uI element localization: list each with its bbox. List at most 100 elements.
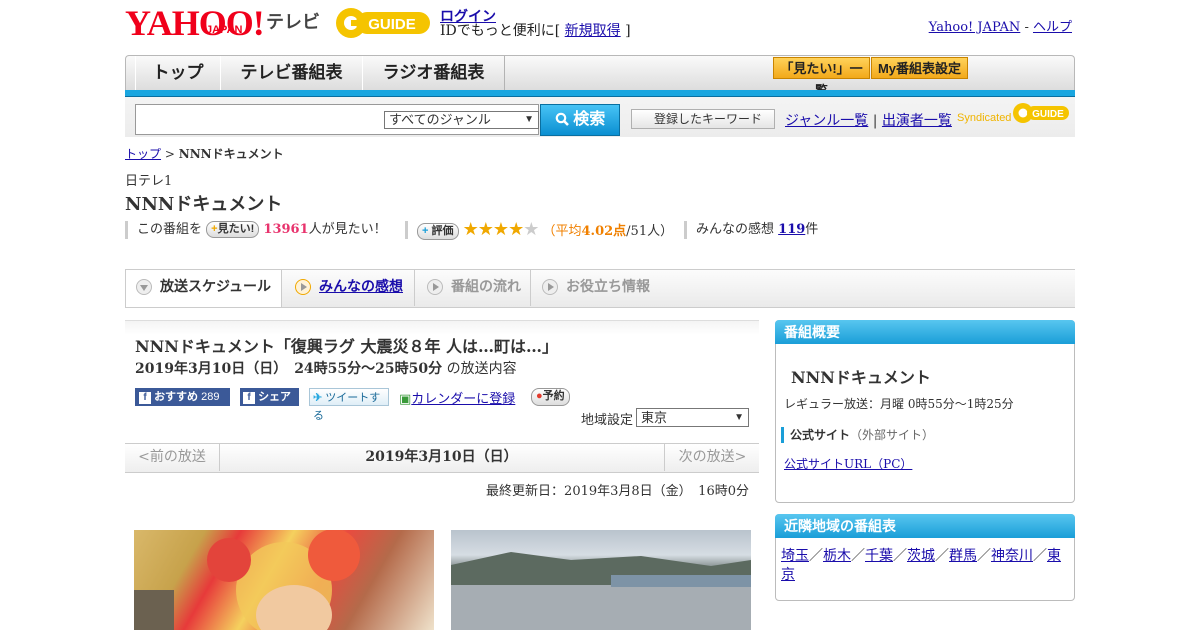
prev-broadcast-link[interactable]: <前の放送	[125, 443, 220, 471]
want-list-button[interactable]: 「見たい!」一覧	[773, 57, 870, 98]
nearby-header: 近隣地域の番組表	[775, 514, 1075, 538]
star-empty-icon: ★	[523, 219, 539, 240]
page-title: NNNドキュメント	[125, 194, 283, 215]
official-site-link[interactable]: 公式サイトURL（PC）	[784, 457, 912, 471]
region-link-chiba[interactable]: 千葉	[865, 548, 893, 564]
official-site-note: （外部サイト）	[850, 428, 935, 442]
search-links: ジャンル一覧 | 出演者一覧	[785, 110, 952, 130]
yahoo-logo[interactable]: YAHOO!	[125, 5, 265, 41]
nav-accent-bar	[125, 90, 1075, 97]
episode-date: 2019年3月10日（日） 24時55分～25時50分 の放送内容	[135, 358, 517, 378]
episode-datetime: 2019年3月10日（日） 24時55分～25時50分	[135, 361, 443, 377]
overview-header: 番組概要	[775, 320, 1075, 344]
gguide-logo[interactable]: GUIDE	[334, 6, 432, 40]
chevron-down-icon	[136, 279, 152, 295]
help-link[interactable]: ヘルプ	[1033, 20, 1072, 35]
login-sub: IDでもっと便利に[ 新規取得 ]	[440, 20, 631, 40]
tab-useful-info: お役立ち情報	[532, 270, 672, 306]
calendar-icon: ▣	[399, 392, 412, 407]
search-link-separator: |	[872, 113, 878, 129]
login-sub-suffix: ]	[625, 23, 631, 39]
search-icon	[555, 111, 573, 128]
breadcrumb-top-link[interactable]: トップ	[125, 147, 161, 161]
region-separator: ／	[1033, 548, 1047, 564]
my-schedule-button[interactable]: My番組表設定	[871, 57, 968, 79]
region-separator: ／	[893, 548, 907, 564]
region-link-ibaraki[interactable]: 茨城	[907, 548, 935, 564]
star-icon: ★	[508, 219, 524, 240]
last-updated: 最終更新日：2019年3月8日（金） 16時0分	[486, 484, 749, 499]
rating-suffix: /51人）	[626, 224, 674, 239]
facebook-recommend-button[interactable]: f おすすめ 289	[135, 388, 230, 406]
calendar-register[interactable]: ▣カレンダーに登録	[399, 388, 515, 407]
episode-photo-festival	[134, 530, 434, 630]
search-button-label: 検索	[573, 111, 606, 128]
rate-button[interactable]: + 評価	[417, 223, 459, 240]
recommend-label: おすすめ	[154, 391, 199, 403]
episode-title: NNNドキュメント「復興ラグ 大震災８年 人は…町は…」	[135, 337, 559, 356]
rating-stat: + 評価 ★★★★★ （平均4.02点/51人）	[405, 219, 674, 240]
plus-icon: +	[422, 225, 429, 237]
genre-list-link[interactable]: ジャンル一覧	[785, 113, 868, 129]
tweet-button[interactable]: ✈ ツイートする	[309, 388, 389, 422]
twitter-bird-icon: ✈	[313, 392, 323, 404]
want-count: 13961	[263, 222, 309, 237]
want-prefix: この番組を	[137, 222, 203, 237]
official-site-label: 公式サイト	[790, 428, 851, 442]
tab-useful-info-label: お役立ち情報	[566, 278, 650, 294]
header-right-links: Yahoo! JAPAN - ヘルプ	[929, 16, 1072, 35]
official-site-heading: 公式サイト（外部サイト）	[781, 427, 934, 443]
nav-tab-top[interactable]: トップ	[135, 56, 221, 91]
facebook-icon: f	[243, 392, 255, 404]
region-select[interactable]: 東京 ▼	[636, 408, 749, 427]
play-icon	[427, 279, 443, 295]
region-separator: ／	[809, 548, 823, 564]
genre-select[interactable]: すべてのジャンル ▼	[384, 111, 539, 129]
share-label: シェア	[258, 391, 292, 403]
overview-title: NNNドキュメント	[791, 368, 931, 387]
nav-tab-tv-schedule[interactable]: テレビ番組表	[220, 56, 363, 91]
japan-logo-text: JAPAN	[206, 24, 243, 36]
episode-photo-town	[451, 530, 751, 630]
login-sub-prefix: IDでもっと便利に[	[440, 23, 561, 39]
registered-keyword-button[interactable]: 登録したキーワード	[631, 109, 775, 129]
region-link-kanagawa[interactable]: 神奈川	[991, 548, 1033, 564]
star-icon: ★	[492, 219, 509, 240]
impressions-stat: みんなの感想 119件	[684, 221, 818, 239]
region-link-saitama[interactable]: 埼玉	[781, 548, 809, 564]
gguide-small-logo: GUIDE	[1012, 101, 1070, 129]
gguide-small-logo-text: GUIDE	[1032, 109, 1064, 120]
tab-impressions[interactable]: みんなの感想	[285, 270, 415, 306]
signup-link[interactable]: 新規取得	[565, 23, 621, 39]
want-button-label: 見たい!	[217, 223, 255, 235]
want-stat: この番組を +見たい! 13961人が見たい！	[125, 221, 387, 239]
reserve-button[interactable]: ●予約	[531, 388, 570, 406]
region-link-tochigi[interactable]: 栃木	[823, 548, 851, 564]
want-suffix: 人が見たい！	[308, 222, 387, 237]
facebook-share-button[interactable]: f シェア	[240, 388, 299, 406]
record-icon: ●	[536, 390, 543, 402]
channel-name: 日テレ1	[125, 174, 173, 189]
want-button[interactable]: +見たい!	[206, 221, 260, 238]
tab-program-flow: 番組の流れ	[417, 270, 531, 306]
region-link-gunma[interactable]: 群馬	[949, 548, 977, 564]
nav-tab-radio-schedule[interactable]: ラジオ番組表	[362, 56, 505, 91]
rate-button-label: 評価	[431, 225, 454, 237]
search-button[interactable]: 検索	[540, 104, 620, 136]
tv-logo-text[interactable]: テレビ	[266, 8, 320, 34]
recommend-count: 289	[201, 391, 220, 403]
breadcrumb: トップ > NNNドキュメント	[125, 145, 284, 162]
impressions-count-link[interactable]: 119	[778, 222, 805, 237]
tab-program-flow-label: 番組の流れ	[451, 278, 521, 294]
next-broadcast-link[interactable]: 次の放送>	[664, 443, 760, 471]
chevron-down-icon: ▼	[734, 412, 744, 423]
breadcrumb-current: NNNドキュメント	[178, 147, 284, 161]
performer-list-link[interactable]: 出演者一覧	[882, 113, 952, 129]
rating-prefix: （平均	[542, 224, 582, 239]
tab-schedule[interactable]: 放送スケジュール	[126, 270, 281, 306]
reserve-label: 予約	[542, 390, 565, 402]
play-icon	[542, 279, 558, 295]
star-icon: ★	[462, 219, 479, 240]
calendar-link[interactable]: カレンダーに登録	[411, 392, 515, 407]
yahoo-japan-link[interactable]: Yahoo! JAPAN	[929, 20, 1021, 35]
